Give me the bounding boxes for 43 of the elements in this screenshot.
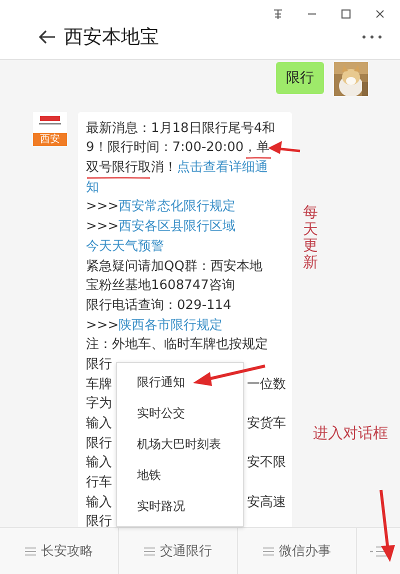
menu-item[interactable]: 实时公交 — [117, 398, 243, 429]
menu-item[interactable]: 机场大巴时刻表 — [117, 429, 243, 460]
message-text: >>> — [86, 318, 119, 334]
message-link[interactable]: 西安常态化限行规定 — [118, 199, 236, 216]
bot-avatar[interactable]: 西安 — [33, 112, 67, 146]
message-text: 行车 — [86, 475, 112, 492]
message-link[interactable]: 今天天气预警 — [86, 238, 164, 255]
menu-item[interactable]: 实时路况 — [117, 491, 243, 522]
message-text: 安货车 — [247, 416, 286, 432]
message-text: 9！限行时间：7:00-20:00，单 — [86, 140, 270, 156]
menu-tab[interactable]: 长安攻略 — [0, 528, 119, 574]
message-text: 输入 — [86, 494, 112, 511]
message-text: >>> — [86, 199, 119, 216]
menu-item[interactable]: 地铁 — [117, 460, 243, 491]
message-link[interactable]: 知 — [86, 180, 99, 196]
annotation-text: 进入对话框 — [313, 424, 388, 443]
message-text: 输入 — [86, 455, 112, 472]
message-link[interactable]: 陕西各市限行规定 — [118, 318, 223, 334]
message-text: 字为 — [86, 396, 112, 412]
avatar-label: 西安 — [33, 133, 67, 146]
message-text: 安高速 — [247, 494, 286, 511]
menu-tab[interactable]: 交通限行 — [119, 528, 238, 574]
message-text: >>> — [86, 219, 119, 236]
message-text: 一位数 — [247, 376, 286, 393]
message-bubble: 限行 — [276, 62, 324, 94]
message-text: 双号限行取消！ — [86, 160, 177, 176]
message-text: 限行 — [86, 356, 112, 373]
message-text: 紧急疑问请加QQ群：西安本地 — [86, 258, 262, 274]
menu-item[interactable]: 限行通知 — [117, 367, 243, 398]
message-text: 限行 — [86, 436, 112, 452]
message-text: 安不限 — [247, 455, 286, 472]
annotation-text: 每天更新 — [303, 204, 318, 270]
message-text: 宝粉丝基地1608747咨询 — [86, 278, 235, 294]
message-text: 限行 — [86, 514, 112, 527]
message-text: 输入 — [86, 416, 112, 432]
message-link[interactable]: 点击查看详细通 — [177, 160, 268, 176]
chat-title: 西安本地宝 — [64, 25, 159, 50]
message-text: 注：外地车、临时车牌也按规定 — [86, 337, 268, 354]
message-text: 限行电话查询：029-114 — [86, 298, 232, 314]
menu-tab[interactable]: 微信办事 — [238, 528, 357, 574]
message-link[interactable]: 西安各区县限行区域 — [118, 219, 236, 236]
message-text: 车牌 — [86, 376, 112, 393]
message-text: 最新消息：1月18日限行尾号4和 — [86, 120, 276, 137]
